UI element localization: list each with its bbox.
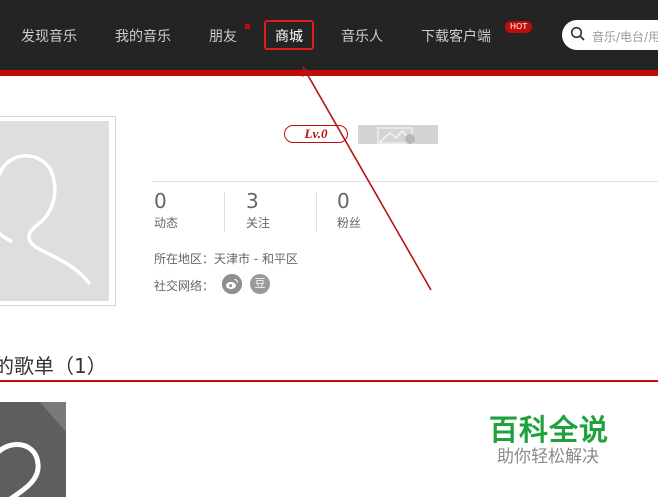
stat-fans-value: 0 — [337, 189, 350, 213]
stat-separator — [316, 192, 317, 232]
nav-discover-music[interactable]: 发现音乐 — [21, 26, 77, 46]
stat-events-value: 0 — [154, 189, 167, 213]
stat-following-value: 3 — [246, 189, 259, 213]
store-highlight-box — [264, 20, 314, 50]
nav-my-music[interactable]: 我的音乐 — [115, 26, 171, 46]
nav-musician[interactable]: 音乐人 — [341, 26, 383, 46]
stat-events-label: 动态 — [154, 216, 179, 230]
playlist-divider — [0, 380, 658, 382]
stat-fans-label: 粉丝 — [337, 216, 362, 230]
search-box[interactable]: 音乐/电台/用户 — [562, 20, 658, 50]
search-placeholder: 音乐/电台/用户 — [592, 30, 658, 44]
region-info: 所在地区：天津市 - 和平区 — [154, 252, 298, 266]
level-badge: Lv.0 — [284, 125, 348, 143]
notification-dot — [245, 24, 250, 29]
top-nav-bar: 发现音乐 我的音乐 朋友 商城 音乐人 下载客户端 HOT 音乐/电台/用户 — [0, 0, 658, 70]
default-avatar-icon — [0, 121, 109, 301]
watermark-subtitle: 助你轻松解决 — [497, 447, 599, 467]
search-icon — [570, 26, 585, 41]
nav-accent-line — [0, 70, 658, 76]
stat-following-label: 关注 — [246, 216, 271, 230]
hot-badge: HOT — [505, 21, 533, 33]
playlist-cover[interactable] — [0, 402, 66, 497]
stat-events[interactable]: 0 动态 — [154, 190, 178, 231]
social-network-label: 社交网络： — [154, 279, 215, 293]
profile-divider — [152, 181, 658, 182]
stat-fans[interactable]: 0 粉丝 — [337, 190, 361, 231]
nav-download-client[interactable]: 下载客户端 — [421, 26, 491, 46]
stat-separator — [224, 192, 225, 232]
nav-friends[interactable]: 朋友 — [209, 26, 237, 46]
douban-icon[interactable]: 豆 — [250, 274, 270, 294]
playlist-section-title: 的歌单（1） — [0, 354, 107, 378]
weibo-icon[interactable] — [222, 274, 242, 294]
stat-following[interactable]: 3 关注 — [246, 190, 270, 231]
image-placeholder-icon — [358, 125, 438, 144]
avatar[interactable] — [0, 116, 116, 306]
